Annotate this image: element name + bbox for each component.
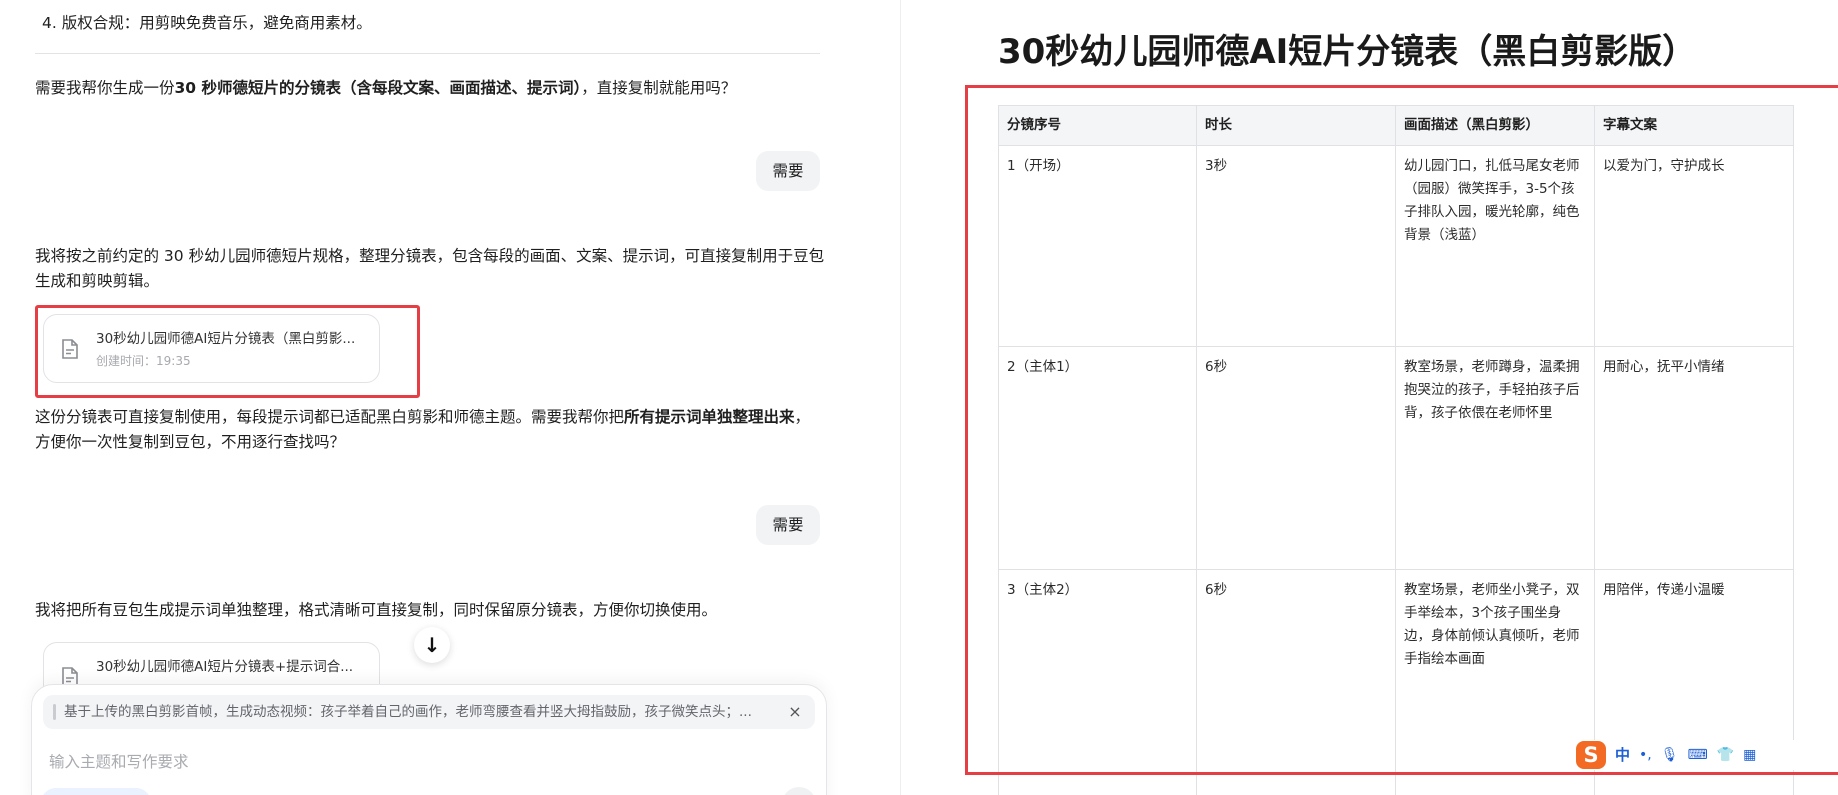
table-row: 1（开场） 3秒 幼儿园门口，扎低马尾女老师（园服）微笑挥手，3-5个孩子排队入… <box>998 145 1794 347</box>
header-shot-number: 分镜序号 <box>998 105 1197 146</box>
header-caption: 字幕文案 <box>1594 105 1794 146</box>
chat-pane: 4. 版权合规：用剪映免费音乐，避免商用素材。 需要我帮你生成一份30 秒师德短… <box>0 0 900 795</box>
cell-caption: 用耐心，抚平小情绪 <box>1594 346 1794 570</box>
prompt-input[interactable] <box>49 747 809 777</box>
composer-tool-button[interactable] <box>41 788 151 795</box>
punctuation-icon[interactable]: •, <box>1639 741 1652 769</box>
cell-scene-description: 幼儿园门口，扎低马尾女老师（园服）微笑挥手，3-5个孩子排队入园，暖光轮廓，纯色… <box>1395 145 1595 347</box>
keyboard-icon[interactable]: ⌨ <box>1688 741 1708 769</box>
cell-shot-number: 2（主体1） <box>998 346 1197 570</box>
toolbox-grid-icon[interactable]: ▦ <box>1743 741 1756 769</box>
document-pane: 30秒幼儿园师德AI短片分镜表（黑白剪影版） 分镜序号 时长 画面描述（黑白剪影… <box>900 0 1838 795</box>
storyboard-table: 分镜序号 时长 画面描述（黑白剪影） 字幕文案 1（开场） 3秒 幼儿园门口，扎… <box>998 105 1794 795</box>
close-icon[interactable]: × <box>785 695 805 729</box>
cell-caption: 以爱为门，守护成长 <box>1594 145 1794 347</box>
message-composer: 基于上传的黑白剪影首帧，生成动态视频：孩子举着自己的画作，老师弯腰查看并竖大拇指… <box>31 684 827 795</box>
ime-language-toggle[interactable]: 中 <box>1615 741 1630 769</box>
scroll-down-button[interactable]: ↓ <box>414 627 450 663</box>
quoted-reference: 基于上传的黑白剪影首帧，生成动态视频：孩子举着自己的画作，老师弯腰查看并竖大拇指… <box>43 695 815 729</box>
sogou-logo-icon[interactable]: S <box>1576 741 1606 769</box>
assistant-question-1-post: ，直接复制就能用吗？ <box>581 79 737 97</box>
cell-shot-number: 3（主体2） <box>998 569 1197 795</box>
skin-icon[interactable]: 👕 <box>1717 741 1734 769</box>
cell-duration: 6秒 <box>1196 569 1396 795</box>
user-message-1: 需要 <box>756 151 820 191</box>
assistant-question-1-bold: 30 秒师德短片的分镜表（含每段文案、画面描述、提示词） <box>174 79 582 97</box>
table-row: 2（主体1） 6秒 教室场景，老师蹲身，温柔拥抱哭泣的孩子，手轻拍孩子后背，孩子… <box>998 346 1794 570</box>
message-divider <box>35 53 820 54</box>
user-message-2: 需要 <box>756 505 820 545</box>
cell-duration: 6秒 <box>1196 346 1396 570</box>
cell-scene-description: 教室场景，老师坐小凳子，双手举绘本，3个孩子围坐身边，身体前倾认真倾听，老师手指… <box>1395 569 1595 795</box>
composer-action-button[interactable] <box>782 787 816 795</box>
table-header-row: 分镜序号 时长 画面描述（黑白剪影） 字幕文案 <box>998 105 1794 146</box>
assistant-question-2-pre: 这份分镜表可直接复制使用，每段提示词都已适配黑白剪影和师德主题。需要我帮你把 <box>35 408 625 426</box>
microphone-icon[interactable]: 🎙 <box>1661 741 1679 769</box>
assistant-question-1: 需要我帮你生成一份30 秒师德短片的分镜表（含每段文案、画面描述、提示词），直接… <box>35 76 825 101</box>
document-title: 30秒幼儿园师德AI短片分镜表（黑白剪影版） <box>998 32 1697 72</box>
file-card-title: 30秒幼儿园师德AI短片分镜表+提示词合... <box>96 659 354 675</box>
assistant-question-1-pre: 需要我帮你生成一份 <box>35 79 175 97</box>
file-card-storyboard[interactable]: 30秒幼儿园师德AI短片分镜表（黑白剪影... 创建时间：19:35 <box>43 314 380 383</box>
cell-duration: 3秒 <box>1196 145 1396 347</box>
storyboard-table-wrap: 分镜序号 时长 画面描述（黑白剪影） 字幕文案 1（开场） 3秒 幼儿园门口，扎… <box>998 105 1794 795</box>
quote-line-icon <box>53 704 56 720</box>
file-card-time: 创建时间：19:35 <box>96 354 191 368</box>
header-scene-description: 画面描述（黑白剪影） <box>1395 105 1595 146</box>
cell-scene-description: 教室场景，老师蹲身，温柔拥抱哭泣的孩子，手轻拍孩子后背，孩子依偎在老师怀里 <box>1395 346 1595 570</box>
header-duration: 时长 <box>1196 105 1396 146</box>
assistant-question-2: 这份分镜表可直接复制使用，每段提示词都已适配黑白剪影和师德主题。需要我帮你把所有… <box>35 405 825 455</box>
file-card-title: 30秒幼儿园师德AI短片分镜表（黑白剪影... <box>96 331 356 347</box>
assistant-question-2-bold: 所有提示词单独整理出来 <box>624 408 795 426</box>
cell-shot-number: 1（开场） <box>998 145 1197 347</box>
previous-message-tail: 4. 版权合规：用剪映免费音乐，避免商用素材。 <box>42 14 372 32</box>
quoted-reference-text: 基于上传的黑白剪影首帧，生成动态视频：孩子举着自己的画作，老师弯腰查看并竖大拇指… <box>64 704 752 720</box>
assistant-answer-1: 我将按之前约定的 30 秒幼儿园师德短片规格，整理分镜表，包含每段的画面、文案、… <box>35 247 825 290</box>
document-icon <box>62 339 78 359</box>
ime-toolbar: S 中 •, 🎙 ⌨ 👕 ▦ <box>1572 740 1838 770</box>
assistant-answer-2: 我将把所有豆包生成提示词单独整理，格式清晰可直接复制，同时保留原分镜表，方便你切… <box>35 601 718 619</box>
